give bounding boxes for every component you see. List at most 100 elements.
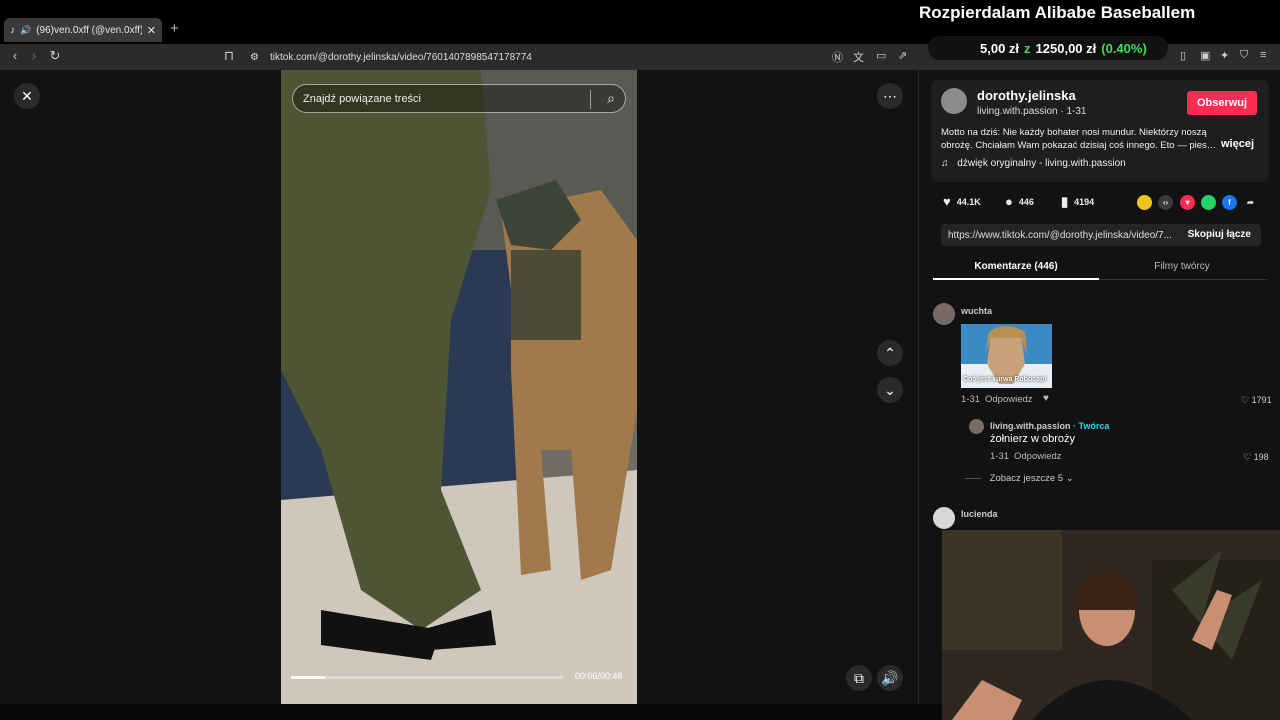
copy-link-button[interactable]: Skopiuj łącze <box>1188 229 1251 240</box>
search-placeholder: Znajdź powiązane treści <box>303 92 422 105</box>
video-page: ✕ ⋯ ⌃ ⌄ ⧉ 🔊 Znajdź powiązane treści ⌕ 00… <box>0 70 918 704</box>
reply-button[interactable]: Odpowiedz <box>985 394 1033 405</box>
like-button[interactable]: ♥ 44.1K <box>943 194 981 209</box>
like-count: 44.1K <box>956 196 981 207</box>
comment-like[interactable]: ♡ 1791 <box>1241 395 1272 406</box>
chevron-down-icon: ⌄ <box>1065 473 1074 484</box>
reply-author-name: living.with.passion <box>990 421 1071 431</box>
menu-icon[interactable]: ≡ <box>1260 49 1266 61</box>
new-tab-button[interactable]: + <box>170 20 179 37</box>
wallet-icon[interactable]: ▣ <box>1200 49 1210 62</box>
video-link-text: https://www.tiktok.com/@dorothy.jelinska… <box>948 229 1172 241</box>
reply-like[interactable]: ♡ 198 <box>1243 452 1269 463</box>
comment-author[interactable]: wuchta <box>961 306 992 316</box>
reply-date: 1-31 <box>990 451 1010 462</box>
tiktok-favicon-icon: ♪ <box>10 24 15 36</box>
bottom-strip <box>0 704 942 720</box>
reply-author[interactable]: living.with.passion · Twórca <box>990 421 1109 431</box>
friends-share-icon[interactable] <box>1137 195 1152 210</box>
share-arrow-icon[interactable]: ➦ <box>1243 195 1258 210</box>
video-progress-bar[interactable] <box>291 676 563 679</box>
facebook-icon[interactable]: f <box>1222 195 1237 210</box>
divider-line <box>965 477 981 479</box>
comment-avatar[interactable] <box>933 303 955 325</box>
more-link[interactable]: więcej <box>1221 138 1254 150</box>
tab-close-icon[interactable]: ✕ <box>147 24 156 37</box>
shield-icon[interactable]: ⛉ <box>1240 49 1248 62</box>
follow-button[interactable]: Obserwuj <box>1187 91 1257 115</box>
webcam-picture <box>942 530 1280 720</box>
comment-date: 1-31 <box>961 394 981 405</box>
panel-tabs: Komentarze (446) Filmy twórcy <box>933 256 1267 280</box>
video-player[interactable] <box>281 70 637 704</box>
meme-caption: Coś jest kurwa Robocap! <box>963 376 1047 383</box>
bookmark-icon: ▮ <box>1061 194 1069 209</box>
see-more-label: Zobacz jeszcze 5 <box>989 473 1064 484</box>
site-info-icon[interactable]: ⚙ <box>250 52 259 63</box>
volume-icon[interactable]: 🔊 <box>877 665 903 691</box>
heart-icon: ♡ <box>1241 395 1250 405</box>
comment-button[interactable]: ● 446 <box>1005 194 1034 209</box>
goal-current: 5,00 zł <box>980 40 1020 56</box>
heart-icon: ♥ <box>943 194 951 209</box>
reply-text: żołnierz w obroży <box>990 433 1075 445</box>
more-dots-icon[interactable]: ⋯ <box>877 83 903 109</box>
comment-icon: ● <box>1005 194 1013 209</box>
reply-avatar[interactable] <box>969 419 984 434</box>
creator-badge: · Twórca <box>1073 421 1110 431</box>
url-field[interactable]: ⚙ tiktok.com/@dorothy.jelinska/video/760… <box>244 47 924 67</box>
pip-icon[interactable]: ⧉ <box>846 665 872 691</box>
back-icon[interactable]: ‹ <box>6 48 24 63</box>
save-count: 4194 <box>1074 197 1095 207</box>
speaker-icon: 🔊 <box>20 24 32 35</box>
embed-icon[interactable]: ‹› <box>1158 195 1173 210</box>
creator-liked-icon: ♥ <box>1043 393 1049 404</box>
tab-comments[interactable]: Komentarze (446) <box>933 261 1099 272</box>
ai-icon[interactable]: ✦ <box>1220 49 1229 62</box>
browser-tab[interactable]: ♪ 🔊 (96)ven.0xff (@ven.0xff) | Tik ✕ <box>4 18 162 42</box>
donation-goal: 5,00 zł z 1250,00 zł (0.40%) <box>928 36 1168 60</box>
send-icon[interactable]: ▾ <box>1180 195 1195 210</box>
close-icon[interactable]: ✕ <box>14 83 40 109</box>
forward-icon[interactable]: › <box>25 48 43 63</box>
comment-author[interactable]: lucienda <box>961 509 998 519</box>
tab-creator-videos[interactable]: Filmy twórcy <box>1099 261 1265 272</box>
cast-icon[interactable]: ▭ <box>876 49 886 62</box>
engagement-stats: ♥ 44.1K ● 446 ▮ 4194 ‹› ▾ f ➦ <box>943 194 1263 212</box>
save-button[interactable]: ▮ 4194 <box>1061 194 1094 210</box>
heart-icon: ♡ <box>1243 452 1252 462</box>
language-icon[interactable]: 文 <box>853 49 864 65</box>
bookmark-page-icon[interactable]: ⊓ <box>220 48 238 64</box>
creator-username[interactable]: dorothy.jelinska <box>977 88 1076 103</box>
reload-icon[interactable]: ↻ <box>46 48 64 64</box>
video-timecode: 00:06/00:48 <box>575 671 623 681</box>
chevron-down-icon[interactable]: ⌄ <box>877 377 903 403</box>
url-text: tiktok.com/@dorothy.jelinska/video/76014… <box>270 51 532 63</box>
active-tab-indicator <box>933 278 1099 280</box>
avatar[interactable] <box>941 88 967 114</box>
share-page-icon[interactable]: ⇗ <box>898 49 907 62</box>
music-note-icon: ♫ <box>941 158 949 169</box>
goal-target: 1250,00 zł <box>1035 40 1097 56</box>
creator-subline: living.with.passion · 1-31 <box>977 106 1087 117</box>
related-search-input[interactable]: Znajdź powiązane treści ⌕ <box>292 84 626 113</box>
sound-label: dźwięk oryginalny - living.with.passion <box>957 158 1126 169</box>
see-more-replies[interactable]: Zobacz jeszcze 5 ⌄ <box>965 473 1074 484</box>
sidebar-icon[interactable]: ▯ <box>1180 49 1186 62</box>
comment-avatar[interactable] <box>933 507 955 529</box>
comment-count: 446 <box>1018 196 1034 207</box>
translate-icon[interactable]: Ⓝ <box>832 49 843 65</box>
reply-reply-button[interactable]: Odpowiedz <box>1014 451 1062 462</box>
whatsapp-icon[interactable] <box>1201 195 1216 210</box>
stream-title: Rozpierdalam Alibabe Baseballem <box>919 3 1196 22</box>
reply-like-count: 198 <box>1253 452 1269 462</box>
search-icon[interactable]: ⌕ <box>607 90 615 107</box>
goal-percent: (0.40%) <box>1101 40 1147 56</box>
sound-link[interactable]: ♫ dźwięk oryginalny - living.with.passio… <box>941 158 1126 169</box>
chevron-up-icon[interactable]: ⌃ <box>877 340 903 366</box>
video-description: Motto na dziś: Nie każdy bohater nosi mu… <box>941 127 1217 151</box>
goal-separator: z <box>1024 40 1031 56</box>
video-link-field[interactable]: https://www.tiktok.com/@dorothy.jelinska… <box>941 224 1261 246</box>
comment-meme-image[interactable]: Coś jest kurwa Robocap! <box>961 324 1052 388</box>
webcam-overlay <box>942 530 1280 720</box>
